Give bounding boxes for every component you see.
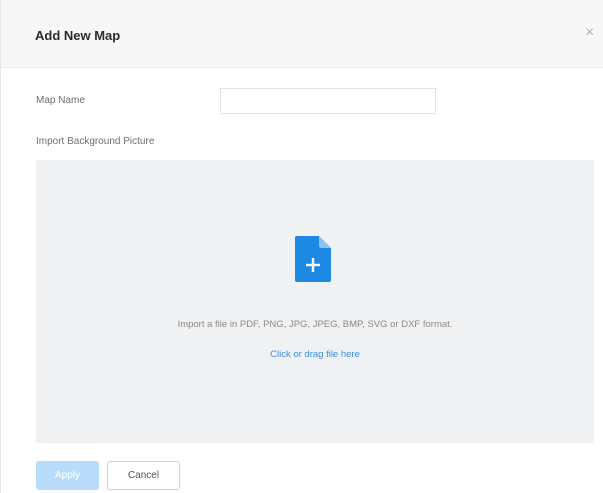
dialog-header: Add New Map ×: [1, 0, 603, 68]
click-or-drag-link[interactable]: Click or drag file here: [36, 349, 594, 360]
dropzone-hint: Import a file in PDF, PNG, JPG, JPEG, BM…: [177, 319, 453, 330]
import-background-label: Import Background Picture: [36, 136, 155, 147]
close-icon[interactable]: ×: [585, 25, 594, 41]
cancel-button[interactable]: Cancel: [107, 461, 180, 490]
file-add-icon[interactable]: [295, 236, 331, 282]
file-dropzone[interactable]: [36, 160, 594, 443]
add-map-dialog: Add New Map × Map Name Import Background…: [0, 0, 603, 493]
dialog-title: Add New Map: [35, 28, 121, 43]
map-name-label: Map Name: [36, 95, 85, 106]
apply-button[interactable]: Apply: [36, 461, 99, 490]
map-name-input[interactable]: [220, 88, 436, 114]
